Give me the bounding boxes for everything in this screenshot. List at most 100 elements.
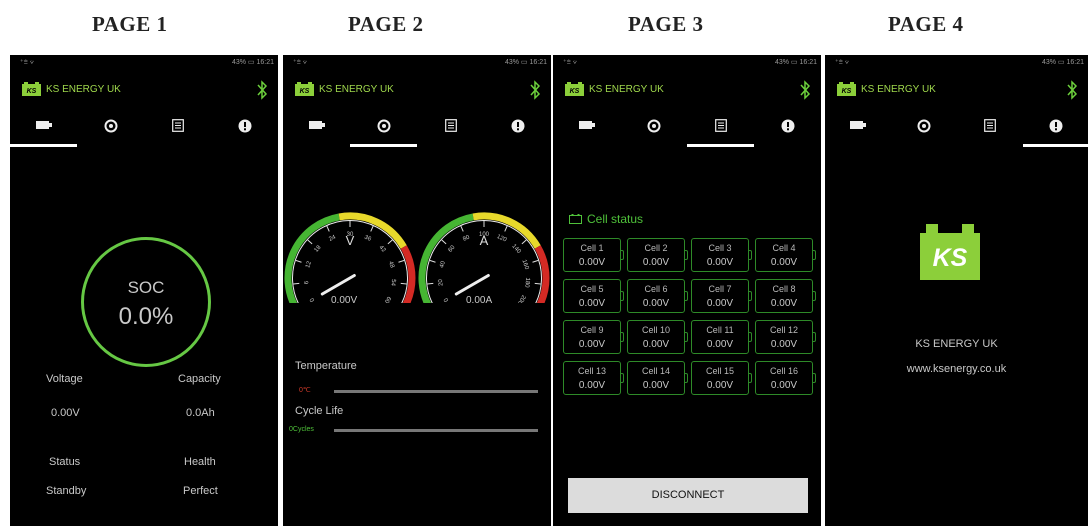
tab-gauges[interactable] [891,113,957,147]
tab-gauges[interactable] [620,113,687,147]
battery-clock: 43% ▭ 16:21 [774,59,817,66]
cell-terminal [620,373,624,383]
tab-cells[interactable] [687,113,754,147]
svg-text:KS: KS [570,88,580,95]
voltage-reading: 0.00V [331,295,358,306]
cell-name: Cell 6 [644,284,668,294]
gauge-tick-label: 54 [389,279,396,287]
cell-name: Cell 16 [769,366,798,376]
cell-terminal [620,332,624,342]
cell-terminal [684,250,688,260]
page-label-4: PAGE 4 [888,12,964,36]
info-icon [1049,119,1062,133]
cell-terminal [620,250,624,260]
soc-label: SOC [127,278,165,297]
tab-gauges[interactable] [350,113,417,147]
cell-voltage: 0.00V [642,257,670,268]
app-bar: KS KS ENERGY UK [553,79,821,101]
cell-name: Cell 2 [644,243,668,253]
cell-card: Cell 3 0.00V [691,238,752,272]
status-label: Status [49,456,81,468]
gauge-tick-label: 42 [377,245,386,254]
gauge-icon [104,119,117,133]
bluetooth-icon[interactable] [256,80,268,100]
gauge-icon [377,119,390,133]
voltage-label: Voltage [46,373,83,385]
bluetooth-icon[interactable] [799,80,811,100]
gauge-tick-label: 6 [304,280,310,285]
list-icon [714,119,727,132]
gauge-tick-label: 160 [520,259,529,271]
tab-bar [553,113,821,147]
cycle-life-label: Cycle Life [295,405,344,417]
battery-clock: 43% ▭ 16:21 [1041,59,1084,66]
status-bar: ⁺⩧ ⩒ 43% ▭ 16:21 [553,55,821,69]
bluetooth-icon[interactable] [1066,80,1078,100]
company-name: KS ENERGY UK [915,338,998,350]
app-title: KS ENERGY UK [861,84,936,95]
cell-name: Cell 11 [706,325,734,335]
battery-icon [850,121,866,129]
capacity-value: 0.0Ah [186,407,215,419]
tab-cells[interactable] [957,113,1023,147]
disconnect-button[interactable]: DISCONNECT [568,478,808,513]
cell-voltage: 0.00V [578,298,606,309]
cell-terminal [748,332,752,342]
cell-name: Cell 8 [772,284,796,294]
cell-card: Cell 2 0.00V [627,238,688,272]
gauge-tick [400,282,407,285]
current-gauge-unit: A [480,233,489,248]
app-logo-icon: KS [295,82,314,96]
tab-gauges[interactable] [77,113,144,147]
gauge-tick-label: 48 [387,261,395,270]
cell-name: Cell 3 [708,243,732,253]
gauge-tick-label: 60 [383,295,392,303]
tab-battery[interactable] [10,113,77,147]
gauge-tick [429,259,436,263]
cell-voltage: 0.00V [706,339,734,350]
tab-cells[interactable] [417,113,484,147]
voltage-gauge-unit: V [346,233,355,248]
signal-icon: ⁺⩧ ⩒ [20,59,34,66]
cell-card: Cell 9 0.00V [563,320,624,354]
signal-icon: ⁺⩧ ⩒ [835,59,849,66]
cell-name: Cell 9 [580,325,604,335]
battery-icon [578,121,595,129]
cell-voltage: 0.00V [706,298,734,309]
gauge-tick-label: 60 [448,244,457,253]
bluetooth-icon[interactable] [529,80,541,100]
battery-outline-icon [569,214,582,224]
tab-bar [825,113,1088,147]
company-website[interactable]: www.ksenergy.co.uk [825,363,1088,375]
cell-card: Cell 12 0.00V [755,320,816,354]
cell-card: Cell 4 0.00V [755,238,816,272]
tab-info[interactable] [1023,113,1088,147]
cell-voltage: 0.00V [706,257,734,268]
tab-battery[interactable] [553,113,620,147]
cell-voltage: 0.00V [578,380,606,391]
tab-cells[interactable] [144,113,211,147]
tab-indicator [1023,144,1088,147]
gauge-tick-label: 18 [314,244,323,253]
cell-name: Cell 13 [577,366,606,376]
gauge-tick-label: 140 [510,243,522,255]
gauge-icon [917,119,931,133]
voltage-value: 0.00V [51,407,80,419]
health-label: Health [184,456,216,468]
cell-card: Cell 15 0.00V [691,361,752,395]
gauge-tick [534,282,541,285]
tab-bar [10,113,278,147]
svg-text:KS: KS [933,244,968,272]
tab-battery[interactable] [283,113,350,147]
phone-screen-3: ⁺⩧ ⩒ 43% ▭ 16:21 KS KS ENERGY UK Cell sta… [553,55,821,526]
tab-battery[interactable] [825,113,891,147]
cell-name: Cell 5 [580,284,604,294]
status-bar: ⁺⩧ ⩒ 43% ▭ 16:21 [825,55,1088,69]
cell-terminal [748,250,752,260]
svg-text:KS: KS [27,88,37,95]
tab-info[interactable] [211,113,278,147]
tab-info[interactable] [484,113,551,147]
battery-clock: 43% ▭ 16:21 [231,59,274,66]
tab-info[interactable] [754,113,821,147]
cell-voltage: 0.00V [642,339,670,350]
